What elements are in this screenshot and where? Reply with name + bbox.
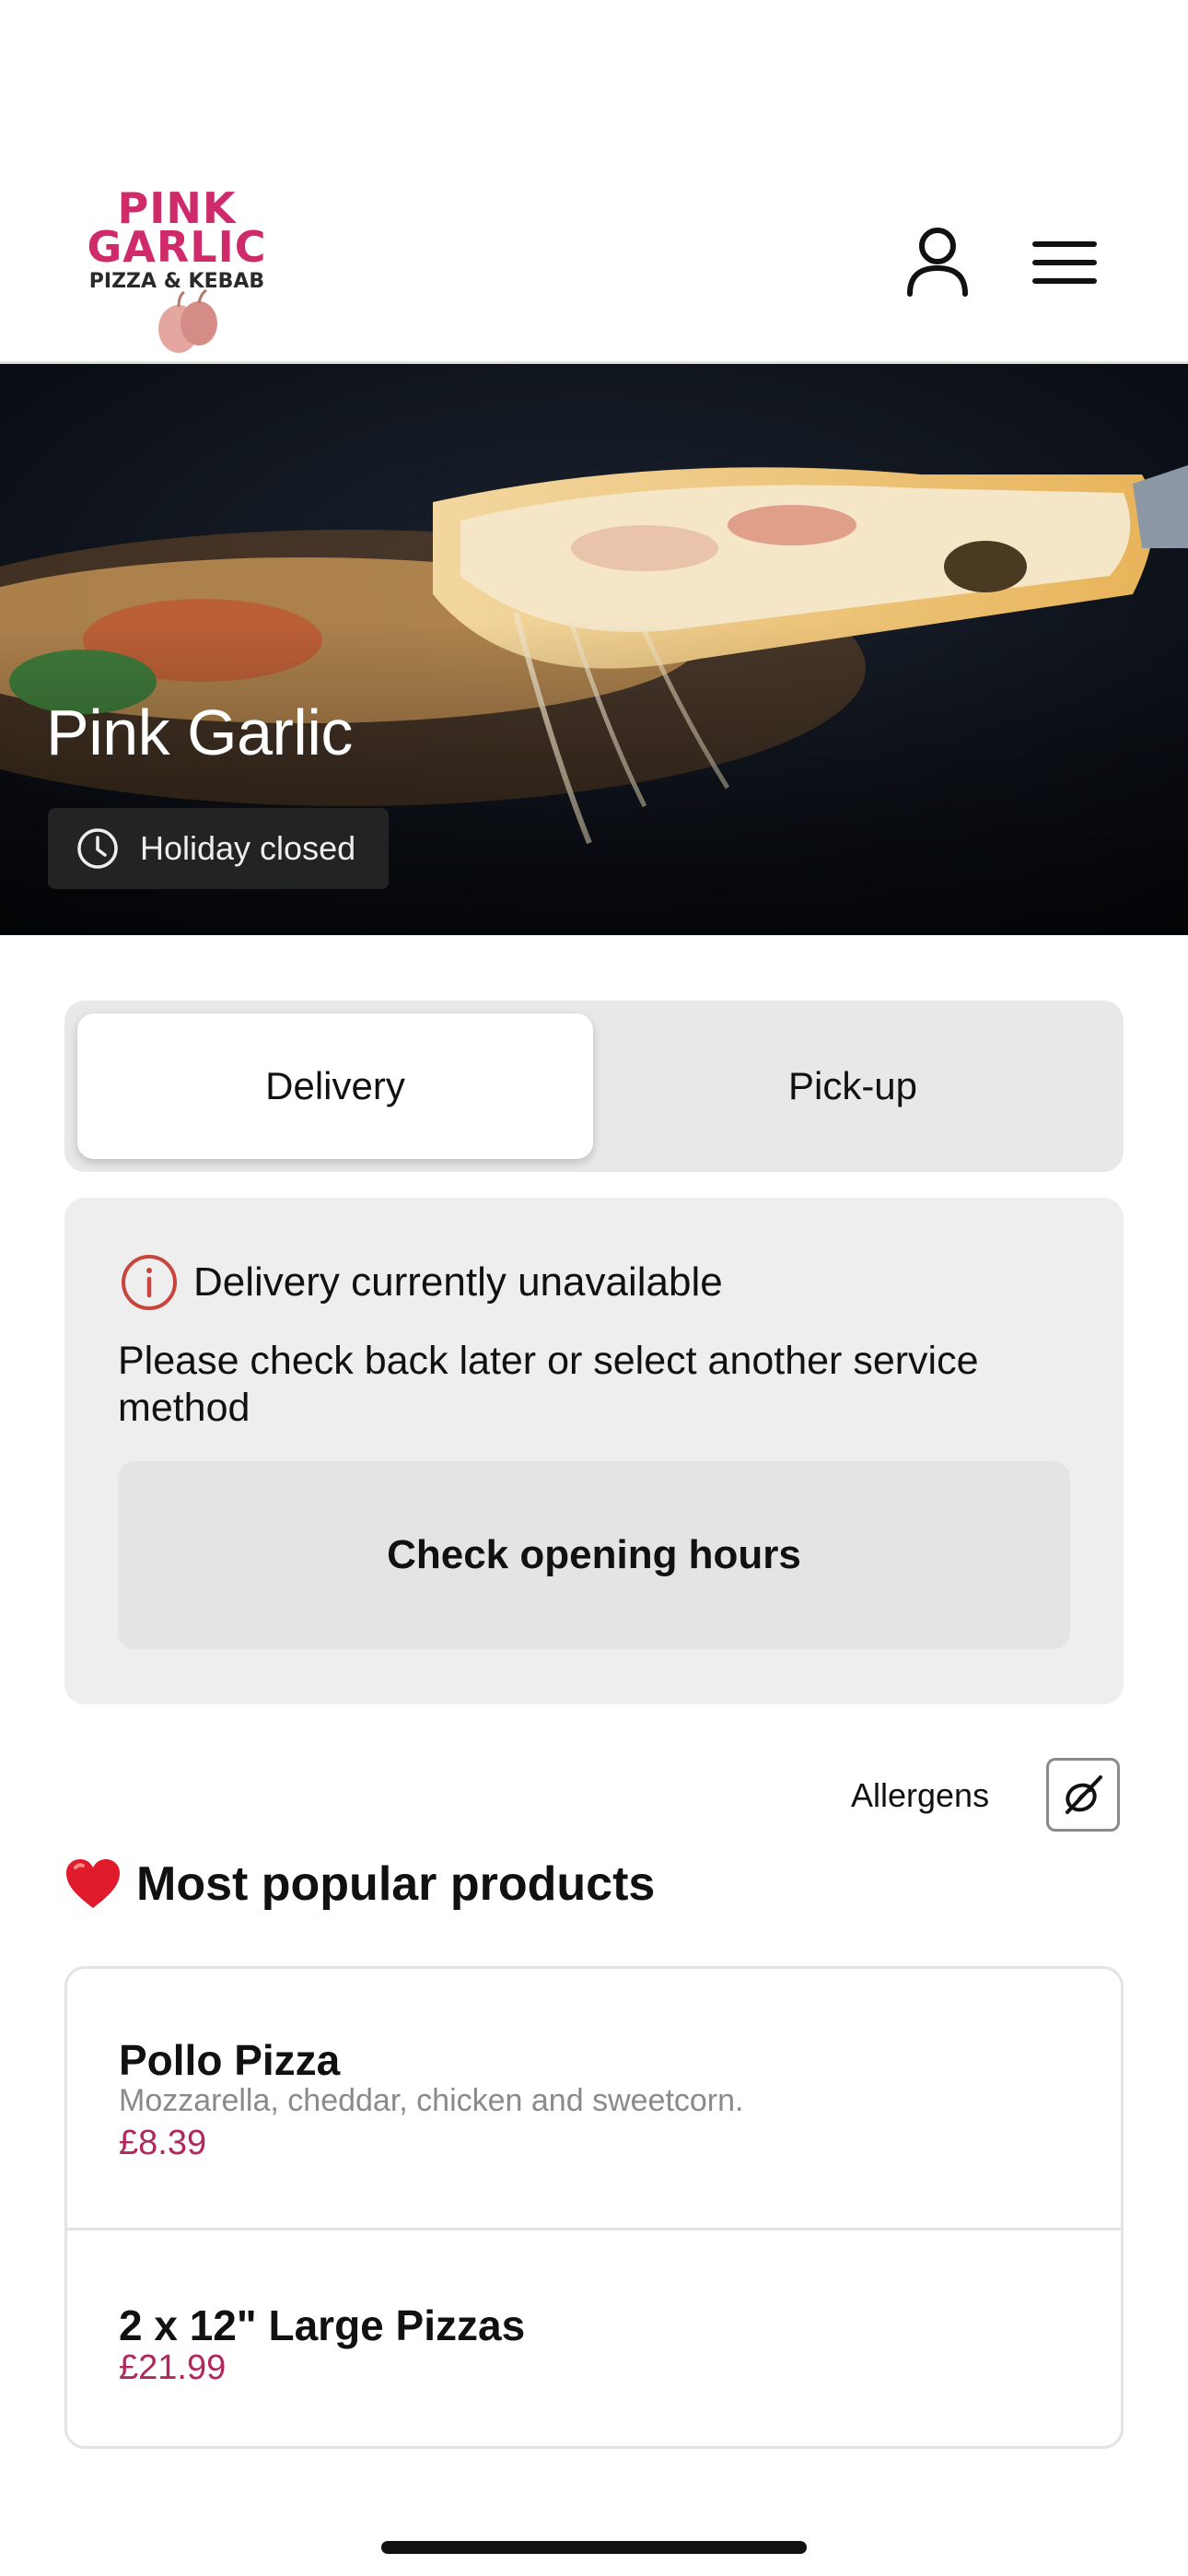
product-price: £8.39	[119, 2124, 207, 2162]
popular-section-title: Most popular products	[64, 1856, 655, 1912]
menu-button[interactable]	[1028, 235, 1101, 290]
allergens-button[interactable]	[1046, 1758, 1120, 1832]
tab-delivery[interactable]: Delivery	[77, 1013, 593, 1159]
account-button[interactable]	[901, 226, 974, 299]
notice-title: Delivery currently unavailable	[193, 1259, 723, 1305]
clock-icon	[77, 828, 118, 869]
info-circle-icon	[122, 1255, 177, 1310]
product-name: Pollo Pizza	[119, 2036, 341, 2084]
restaurant-name: Pink Garlic	[46, 697, 353, 768]
user-icon	[907, 228, 968, 297]
allergen-icon	[1066, 1775, 1102, 1814]
product-name: 2 x 12" Large Pizzas	[119, 2301, 526, 2349]
status-text: Holiday closed	[140, 829, 356, 867]
popular-products-list: Pollo Pizza Mozzarella, cheddar, chicken…	[64, 1966, 1124, 2449]
product-item[interactable]: Pollo Pizza Mozzarella, cheddar, chicken…	[67, 1969, 1121, 2231]
product-price: £21.99	[119, 2348, 227, 2387]
header: PINK GARLIC PIZZA & KEBAB	[0, 0, 1188, 364]
product-item[interactable]: 2 x 12" Large Pizzas £21.99	[67, 2231, 1121, 2446]
service-tabs: Delivery Pick-up	[64, 1001, 1124, 1172]
product-description: Mozzarella, cheddar, chicken and sweetco…	[119, 2083, 744, 2118]
notice-body: Please check back later or select anothe…	[118, 1339, 979, 1430]
hero-banner: Pink Garlic Holiday closed	[0, 364, 1188, 935]
heart-icon	[66, 1859, 120, 1908]
hamburger-menu-icon	[1032, 241, 1097, 284]
status-badge: Holiday closed	[48, 808, 389, 889]
notice-header: Delivery currently unavailable	[120, 1253, 723, 1312]
brand-logo[interactable]: PINK GARLIC PIZZA & KEBAB	[85, 180, 269, 355]
logo-line-2: GARLIC	[87, 222, 267, 272]
allergens-label[interactable]: Allergens	[851, 1776, 989, 1815]
popular-title-text: Most popular products	[136, 1857, 656, 1911]
check-opening-hours-button[interactable]: Check opening hours	[118, 1461, 1070, 1649]
home-indicator	[381, 2541, 807, 2554]
delivery-notice: Delivery currently unavailable Please ch…	[64, 1198, 1124, 1704]
tab-pickup[interactable]: Pick-up	[595, 1013, 1111, 1159]
garlic-icon	[158, 288, 217, 353]
